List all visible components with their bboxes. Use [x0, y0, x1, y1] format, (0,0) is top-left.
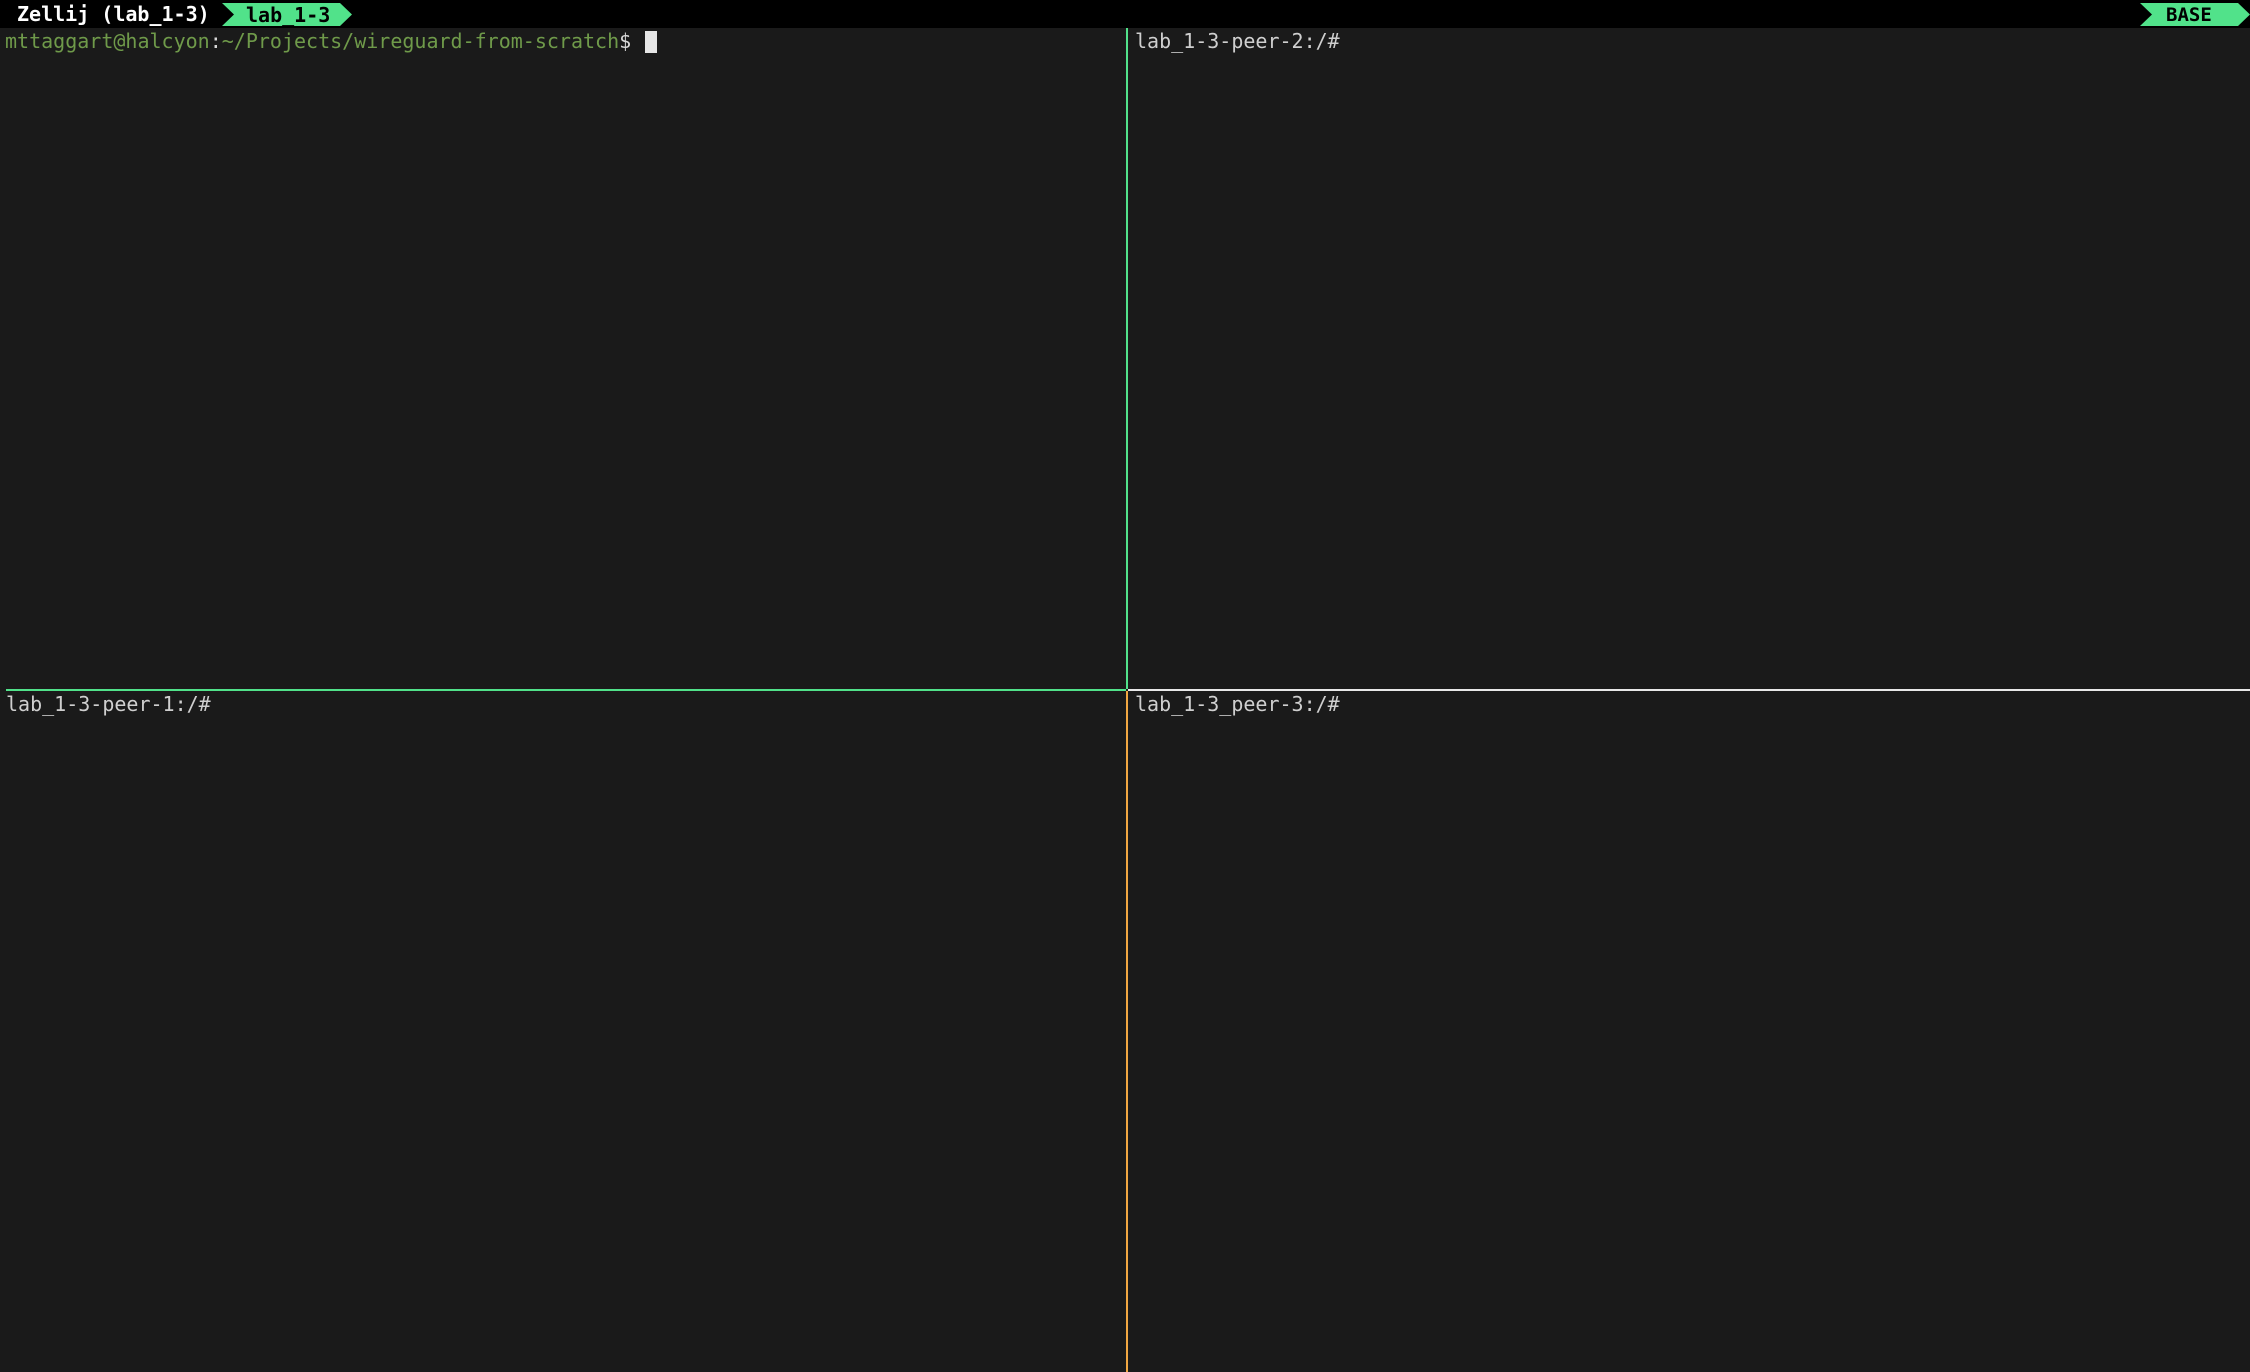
tab-lab-1-3[interactable]: lab_1-3 — [222, 3, 352, 26]
terminal-pane-peer-3[interactable]: lab_1-3_peer-3:/# — [1128, 691, 2250, 1372]
shell-prompt: lab_1-3_peer-3:/# — [1135, 692, 1340, 716]
terminal-pane-host[interactable]: mttaggart@halcyon:~/Projects/wireguard-f… — [0, 28, 1126, 689]
pane-divider-horizontal-right[interactable] — [1128, 689, 2250, 691]
tab-label: lab_1-3 — [246, 3, 331, 27]
mode-indicator: BASE — [2140, 3, 2250, 26]
prompt-dollar: $ — [619, 29, 644, 53]
zellij-tab-bar: Zellij (lab_1-3) lab_1-3 BASE — [0, 0, 2250, 28]
pane-divider-vertical-top[interactable] — [1126, 28, 1128, 689]
mode-label: BASE — [2166, 4, 2212, 26]
text-cursor — [645, 31, 658, 53]
terminal-pane-peer-1[interactable]: lab_1-3-peer-1:/# — [0, 691, 1126, 1372]
prompt-separator: : — [209, 29, 222, 53]
shell-prompt: mttaggart@halcyon:~/Projects/wireguard-f… — [5, 29, 658, 53]
prompt-user-host: mttaggart@halcyon — [5, 29, 210, 53]
shell-prompt: lab_1-3-peer-1:/# — [6, 692, 211, 716]
pane-divider-vertical-bottom[interactable] — [1126, 691, 1128, 1372]
pane-divider-horizontal-left[interactable] — [6, 689, 1126, 691]
prompt-cwd: ~/Projects/wireguard-from-scratch — [221, 29, 620, 53]
session-name: Zellij (lab_1-3) — [17, 2, 210, 26]
shell-prompt: lab_1-3-peer-2:/# — [1135, 29, 1340, 53]
terminal-pane-peer-2[interactable]: lab_1-3-peer-2:/# — [1128, 28, 2250, 689]
